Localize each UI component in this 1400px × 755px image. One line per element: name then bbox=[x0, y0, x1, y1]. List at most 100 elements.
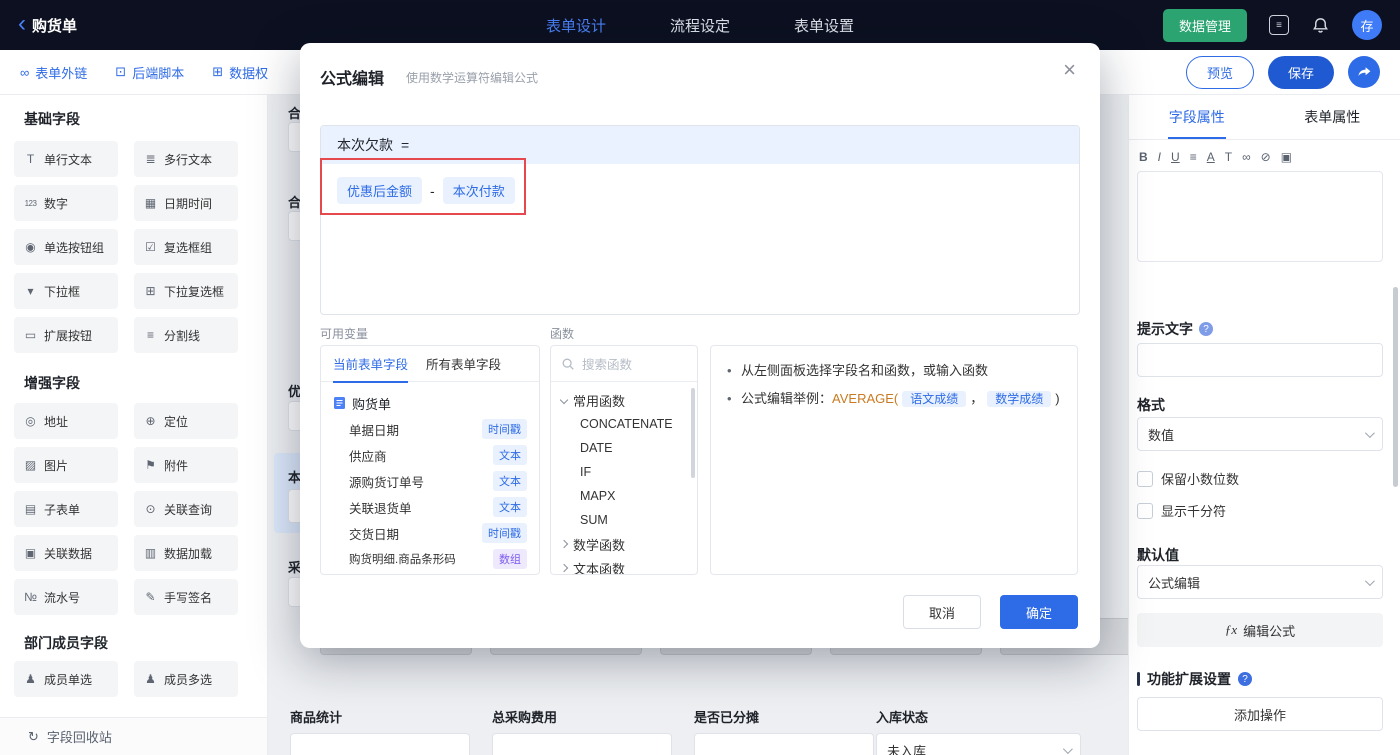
field-recycle-bin[interactable]: ↻ 字段回收站 bbox=[0, 717, 267, 755]
font-color-icon[interactable]: A bbox=[1207, 150, 1215, 164]
group-label: 常用函数 bbox=[573, 393, 626, 409]
font-size-icon[interactable]: T bbox=[1225, 150, 1232, 164]
field-item-attachment[interactable]: ⚑ 附件 bbox=[134, 447, 238, 483]
link-icon[interactable]: ∞ bbox=[1242, 150, 1251, 164]
tab-flow-settings[interactable]: 流程设定 bbox=[670, 15, 730, 36]
scrollbar[interactable] bbox=[1393, 287, 1398, 487]
function-item[interactable]: DATE bbox=[561, 436, 687, 460]
field-item-serial-number[interactable]: № 流水号 bbox=[14, 579, 118, 615]
variable-row[interactable]: 购货明细.商品条形码 数组 bbox=[333, 546, 527, 572]
help-icon[interactable]: ? bbox=[1238, 672, 1252, 686]
tab-field-properties[interactable]: 字段属性 bbox=[1129, 95, 1265, 139]
default-value-select[interactable]: 公式编辑 bbox=[1137, 565, 1383, 599]
field-item-subform[interactable]: ▤ 子表单 bbox=[14, 491, 118, 527]
field-item-label: 多行文本 bbox=[164, 152, 213, 167]
field-item-address[interactable]: ◎ 地址 bbox=[14, 403, 118, 439]
add-action-button[interactable]: 添加操作 bbox=[1137, 697, 1383, 731]
field-item-location[interactable]: ⊕ 定位 bbox=[134, 403, 238, 439]
edit-formula-button[interactable]: ƒx 编辑公式 bbox=[1137, 613, 1383, 647]
function-item[interactable]: CONCATENATE bbox=[561, 412, 687, 436]
cancel-button[interactable]: 取消 bbox=[903, 595, 981, 629]
confirm-button[interactable]: 确定 bbox=[1000, 595, 1078, 629]
field-item-image[interactable]: ▨ 图片 bbox=[14, 447, 118, 483]
function-item[interactable]: MAPX bbox=[561, 484, 687, 508]
bell-icon[interactable] bbox=[1311, 16, 1330, 35]
function-group-common[interactable]: 常用函数 bbox=[559, 388, 687, 412]
bold-icon[interactable]: B bbox=[1139, 150, 1148, 164]
field-item-member-multi[interactable]: ♟ 成员多选 bbox=[134, 661, 238, 697]
formula-input-area[interactable]: 优惠后金额 - 本次付款 bbox=[320, 158, 1079, 314]
hint-text-input[interactable] bbox=[1137, 343, 1383, 377]
tab-form-design[interactable]: 表单设计 bbox=[546, 15, 606, 36]
function-search[interactable]: 搜索函数 bbox=[551, 346, 697, 382]
backend-script-button[interactable]: ⊡ 后端脚本 bbox=[115, 63, 184, 82]
variable-name: 供应商 bbox=[349, 449, 387, 464]
field-item-label: 定位 bbox=[164, 414, 189, 429]
tab-current-form-fields[interactable]: 当前表单字段 bbox=[333, 354, 409, 383]
variable-row[interactable]: 供应商 文本 bbox=[333, 442, 527, 468]
field-item-checkbox-group[interactable]: ☑ 复选框组 bbox=[134, 229, 238, 265]
field-item-number[interactable]: 123 数字 bbox=[14, 185, 118, 221]
field-item-data-load[interactable]: ▥ 数据加载 bbox=[134, 535, 238, 571]
field-item-label: 关联数据 bbox=[44, 546, 93, 561]
field-item-label: 复选框组 bbox=[164, 240, 213, 255]
image-icon: ▨ bbox=[24, 458, 37, 472]
variable-row[interactable]: 源购货订单号 文本 bbox=[333, 468, 527, 494]
variables-label: 可用变量 bbox=[320, 327, 369, 341]
field-item-dropdown[interactable]: ▾ 下拉框 bbox=[14, 273, 118, 309]
share-button[interactable] bbox=[1348, 56, 1380, 88]
field-input[interactable] bbox=[694, 733, 874, 755]
variable-row[interactable]: 单据日期 时间戳 bbox=[333, 416, 527, 442]
italic-icon[interactable]: I bbox=[1158, 150, 1161, 164]
function-item[interactable]: IF bbox=[561, 460, 687, 484]
unlink-icon[interactable]: ⊘ bbox=[1261, 150, 1271, 164]
search-placeholder: 搜索函数 bbox=[582, 358, 633, 372]
field-item-multi-line-text[interactable]: ≣ 多行文本 bbox=[134, 141, 238, 177]
checkbox-icon: ☑ bbox=[145, 240, 156, 254]
app-switch-icon[interactable]: ≡ bbox=[1269, 15, 1289, 35]
user-avatar[interactable]: 存 bbox=[1352, 10, 1382, 40]
variable-row[interactable]: 关联退货单 文本 bbox=[333, 494, 527, 520]
field-item-divider[interactable]: ≡ 分割线 bbox=[134, 317, 238, 353]
field-item-related-query[interactable]: ⊙ 关联查询 bbox=[134, 491, 238, 527]
preview-button[interactable]: 预览 bbox=[1185, 55, 1254, 89]
align-icon[interactable]: ≡ bbox=[1190, 150, 1197, 164]
field-item-related-data[interactable]: ▣ 关联数据 bbox=[14, 535, 118, 571]
storage-status-select[interactable]: 未入库 bbox=[876, 733, 1081, 755]
tab-all-form-fields[interactable]: 所有表单字段 bbox=[426, 354, 501, 373]
field-item-datetime[interactable]: ▦ 日期时间 bbox=[134, 185, 238, 221]
field-item-dropdown-checkbox[interactable]: ⊞ 下拉复选框 bbox=[134, 273, 238, 309]
close-icon[interactable]: × bbox=[1063, 59, 1076, 81]
format-select[interactable]: 数值 bbox=[1137, 417, 1383, 451]
field-item-member-single[interactable]: ♟ 成员单选 bbox=[14, 661, 118, 697]
external-link-button[interactable]: ∞ 表单外链 bbox=[20, 63, 87, 82]
save-button[interactable]: 保存 bbox=[1267, 55, 1334, 89]
variable-row[interactable]: 交货日期 时间戳 bbox=[333, 520, 527, 546]
function-group-text[interactable]: 文本函数 bbox=[559, 556, 687, 574]
field-item-label: 数字 bbox=[44, 196, 69, 211]
image-icon[interactable]: ▣ bbox=[1281, 150, 1292, 164]
tab-form-settings[interactable]: 表单设置 bbox=[794, 15, 854, 36]
field-item-extend-button[interactable]: ▭ 扩展按钮 bbox=[14, 317, 118, 353]
function-group-math[interactable]: 数学函数 bbox=[559, 532, 687, 556]
thousands-separator-checkbox[interactable]: 显示千分符 bbox=[1137, 501, 1226, 520]
field-label: 商品统计 bbox=[290, 710, 343, 725]
field-item-signature[interactable]: ✎ 手写签名 bbox=[134, 579, 238, 615]
back-chevron-icon[interactable]: ‹ bbox=[18, 12, 26, 36]
tab-form-properties[interactable]: 表单属性 bbox=[1265, 95, 1400, 139]
field-input[interactable] bbox=[492, 733, 672, 755]
underline-icon[interactable]: U bbox=[1171, 150, 1180, 164]
tree-root-purchase-order[interactable]: 购货单 bbox=[333, 390, 527, 416]
data-permission-button[interactable]: ⊞ 数据权 bbox=[212, 63, 268, 82]
function-item[interactable]: SUM bbox=[561, 508, 687, 532]
data-permission-label: 数据权 bbox=[229, 65, 269, 81]
field-title-editor[interactable] bbox=[1137, 171, 1383, 262]
data-manage-button[interactable]: 数据管理 bbox=[1162, 8, 1247, 42]
field-input[interactable] bbox=[290, 733, 470, 755]
functions-label: 函数 bbox=[550, 327, 575, 341]
field-item-radio-group[interactable]: ◉ 单选按钮组 bbox=[14, 229, 118, 265]
scrollbar[interactable] bbox=[691, 388, 695, 478]
help-icon[interactable]: ? bbox=[1199, 322, 1213, 336]
field-item-single-line-text[interactable]: T 单行文本 bbox=[14, 141, 118, 177]
keep-decimals-checkbox[interactable]: 保留小数位数 bbox=[1137, 469, 1239, 488]
